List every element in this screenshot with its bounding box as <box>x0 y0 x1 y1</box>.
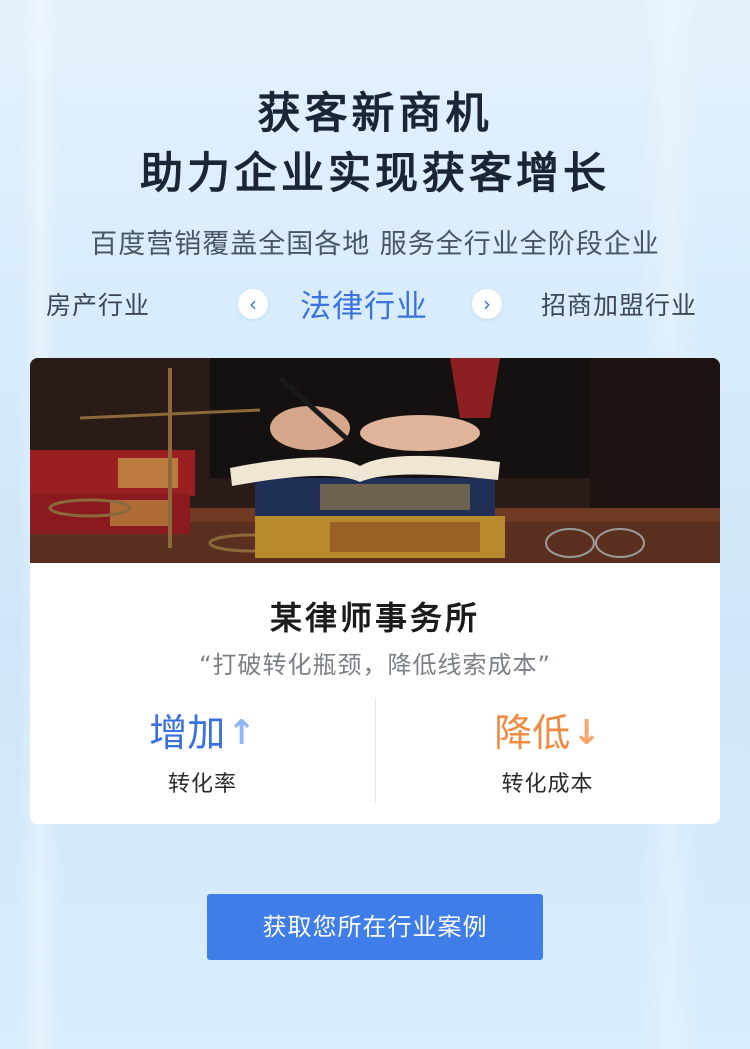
tab-real-estate[interactable]: 房产行业 <box>46 286 150 322</box>
headline-line-2: 助力企业实现获客增长 <box>140 149 610 199</box>
law-office-photo <box>30 358 720 563</box>
stats-row: 增加↑ 转化率 降低↓ 转化成本 <box>30 698 720 818</box>
hero-section: 获客新商机 助力企业实现获客增长 百度营销覆盖全国各地 服务全行业全阶段企业 <box>0 84 750 261</box>
tab-legal[interactable]: 法律行业 <box>300 281 428 326</box>
get-industry-case-button[interactable]: 获取您所在行业案例 <box>207 894 543 960</box>
hero-subtitle: 百度营销覆盖全国各地 服务全行业全阶段企业 <box>90 229 660 260</box>
stat-conversion-rate: 增加↑ 转化率 <box>30 708 375 798</box>
stat-label-conversion-cost: 转化成本 <box>501 772 594 797</box>
chevron-left-icon[interactable]: ‹ <box>238 289 268 319</box>
stat-label-conversion-rate: 转化率 <box>167 772 237 797</box>
stat-value-decrease: 降低 <box>494 711 571 755</box>
industry-tabs: 房产行业 ‹ 法律行业 › 招商加盟行业 <box>0 281 750 326</box>
firm-name: 某律师事务所 <box>269 599 480 637</box>
case-card: 某律师事务所 “打破转化瓶颈，降低线索成本” 增加↑ 转化率 降低↓ 转化成本 <box>30 358 720 824</box>
stat-conversion-cost: 降低↓ 转化成本 <box>375 708 720 798</box>
chevron-right-icon[interactable]: › <box>472 289 502 319</box>
firm-quote: “打破转化瓶颈，降低线索成本” <box>199 651 551 679</box>
tab-franchise[interactable]: 招商加盟行业 <box>541 286 697 322</box>
arrow-down-icon: ↓ <box>572 713 601 753</box>
arrow-up-icon: ↑ <box>227 713 256 753</box>
stat-value-increase: 增加 <box>149 711 226 755</box>
headline-line-1: 获客新商机 <box>257 89 493 139</box>
